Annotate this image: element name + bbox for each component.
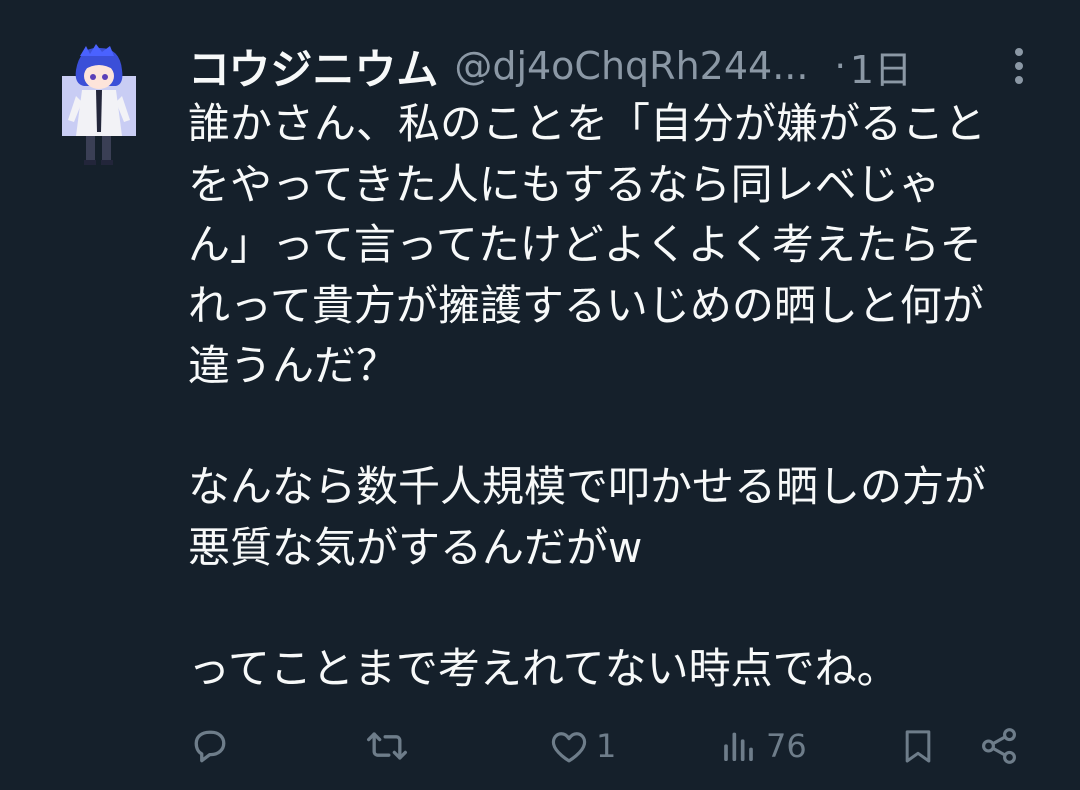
retweet-button[interactable] (364, 716, 416, 776)
views-count: 76 (766, 727, 807, 765)
separator-dot: · (834, 45, 846, 87)
tweet-text: 誰かさん、私のことを「自分が嫌がること をやってきた人にもするなら同レベじゃ ん… (188, 94, 1048, 699)
display-name[interactable]: コウジニウム (188, 36, 438, 97)
share-button[interactable] (978, 716, 1020, 776)
like-button[interactable]: 1 (548, 716, 616, 776)
tweet-paragraph: 誰かさん、私のことを「自分が嫌がること をやってきた人にもするなら同レベじゃ ん… (188, 99, 987, 390)
share-icon (978, 725, 1020, 767)
tweet[interactable]: コウジニウム @dj4oChqRh244... · 1日 誰かさん、私のことを「… (0, 0, 1080, 790)
tweet-header: コウジニウム @dj4oChqRh244... · 1日 (188, 38, 1048, 94)
user-handle[interactable]: @dj4oChqRh244... (454, 44, 808, 88)
views-button[interactable]: 76 (720, 716, 807, 776)
timestamp[interactable]: 1日 (850, 39, 912, 94)
bookmark-icon (898, 724, 938, 768)
more-vertical-icon[interactable] (1004, 44, 1034, 88)
views-icon (720, 726, 760, 766)
avatar[interactable] (56, 40, 140, 170)
reply-button[interactable] (188, 716, 238, 776)
heart-icon (548, 725, 590, 767)
tweet-paragraph: ってことまで考えれてない時点でね。 (188, 643, 899, 693)
tweet-paragraph: なんなら数千人規模で叩かせる晒しの方が 悪質な気がするんだがw (188, 462, 987, 572)
like-count: 1 (596, 727, 617, 765)
action-bar: 1 76 (188, 716, 1028, 776)
retweet-icon (364, 724, 410, 768)
avatar-image (62, 44, 136, 165)
bookmark-button[interactable] (898, 716, 938, 776)
reply-icon (188, 724, 232, 768)
